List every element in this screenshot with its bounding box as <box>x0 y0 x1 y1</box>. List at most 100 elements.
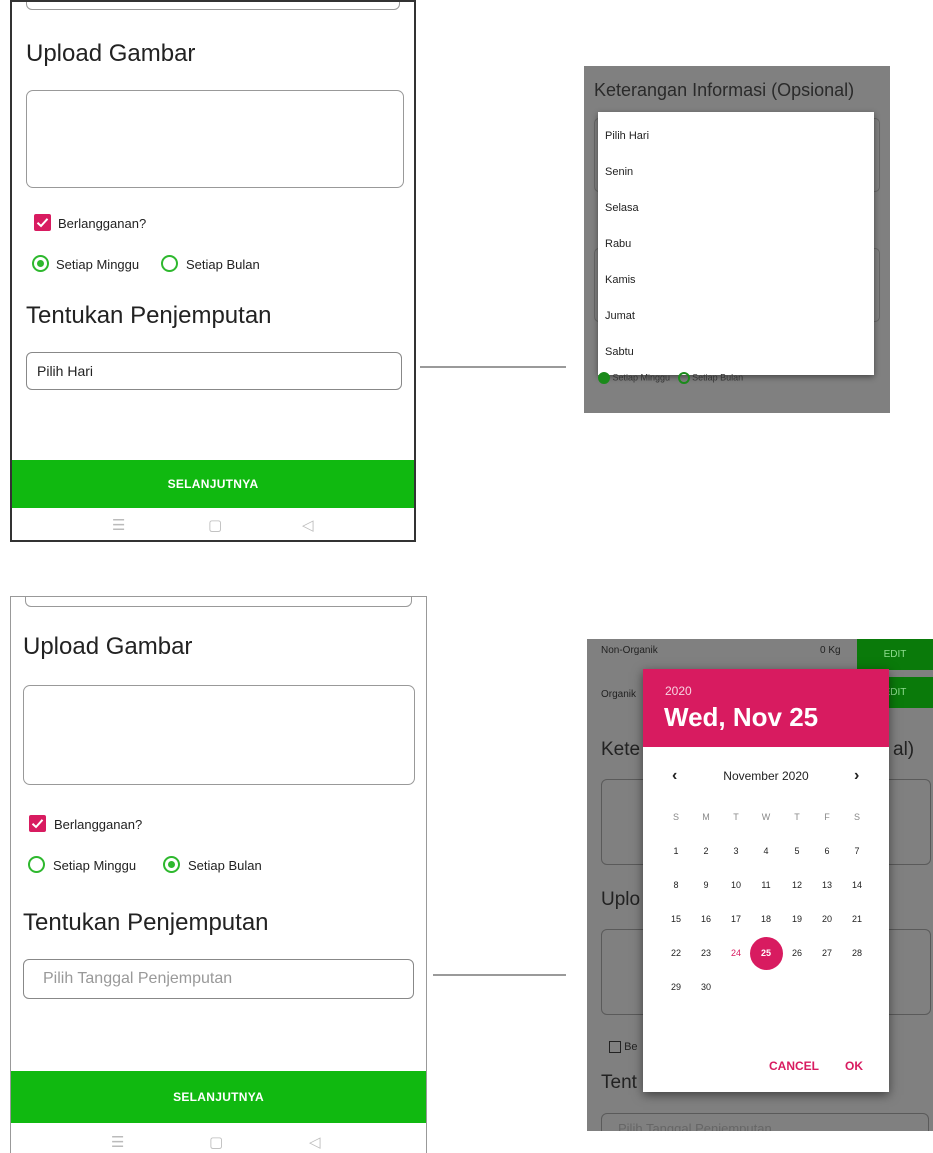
back-triangle-icon[interactable]: ◁ <box>309 1133 321 1151</box>
radio-weekly-label: Setiap Minggu <box>56 257 140 272</box>
background-radio-monthly-label: Setiap Bulan <box>692 372 744 383</box>
next-button[interactable]: SELANJUTNYA <box>11 1071 426 1123</box>
upload-image-box[interactable] <box>23 685 415 785</box>
calendar-day[interactable]: 21 <box>846 914 868 924</box>
next-button[interactable]: SELANJUTNYA <box>12 460 414 508</box>
calendar-day[interactable]: 16 <box>695 914 717 924</box>
month-label: November 2020 <box>723 769 809 783</box>
radio-monthly-label: Setiap Bulan <box>188 858 262 873</box>
calendar-day[interactable]: 12 <box>786 880 808 890</box>
calendar-day[interactable]: 26 <box>786 948 808 958</box>
menu-icon[interactable]: ☰ <box>111 1133 124 1151</box>
background-radio-weekly <box>598 372 610 384</box>
pickup-heading: Tentukan Penjemputan <box>26 302 272 329</box>
calendar-day[interactable]: 3 <box>725 846 747 856</box>
calendar-day-selected[interactable]: 25 <box>755 948 777 958</box>
checkmark-icon <box>36 218 49 228</box>
radio-weekly[interactable] <box>28 856 45 873</box>
connector-line-bottom <box>433 974 566 976</box>
background-heading-right: al) <box>893 739 915 760</box>
chevron-right-icon[interactable]: › <box>854 767 859 785</box>
radio-weekly-label: Setiap Minggu <box>53 858 137 873</box>
weekday-header: W <box>761 812 771 822</box>
weekday-header: F <box>824 812 830 822</box>
date-select-placeholder: Pilih Tanggal Penjemputan <box>43 970 233 987</box>
cancel-button[interactable]: CANCEL <box>769 1059 819 1073</box>
background-checkbox-label: Be <box>624 1041 638 1053</box>
calendar-day[interactable]: 20 <box>816 914 838 924</box>
date-picker-header: 2020 Wed, Nov 25 <box>643 669 889 747</box>
option-kamis[interactable]: Kamis <box>605 274 636 286</box>
checkmark-icon <box>31 819 44 829</box>
option-sabtu[interactable]: Sabtu <box>605 346 634 358</box>
radio-monthly[interactable] <box>161 255 178 272</box>
calendar-day[interactable]: 7 <box>846 846 868 856</box>
calendar-day[interactable]: 8 <box>665 880 687 890</box>
option-pilih-hari[interactable]: Pilih Hari <box>605 130 649 142</box>
calendar-day[interactable]: 4 <box>755 846 777 856</box>
radio-weekly[interactable] <box>32 255 49 272</box>
calendar-day[interactable]: 13 <box>816 880 838 890</box>
phone-screen-monthly: Upload Gambar Berlangganan? Setiap Mingg… <box>10 596 427 1153</box>
calendar-day[interactable]: 28 <box>846 948 868 958</box>
calendar-day[interactable]: 14 <box>846 880 868 890</box>
subscribe-label: Berlangganan? <box>58 216 147 231</box>
radio-monthly[interactable] <box>163 856 180 873</box>
home-square-icon[interactable]: ▢ <box>209 1133 223 1151</box>
background-radio-row: Setiap Minggu Setiap Bulan <box>598 372 743 384</box>
calendar-day[interactable]: 6 <box>816 846 838 856</box>
option-jumat[interactable]: Jumat <box>605 310 635 322</box>
calendar-day[interactable]: 18 <box>755 914 777 924</box>
picker-selected-date: Wed, Nov 25 <box>664 702 819 732</box>
subscribe-checkbox[interactable] <box>34 214 51 231</box>
day-select-value: Pilih Hari <box>37 363 94 379</box>
calendar-day[interactable]: 17 <box>725 914 747 924</box>
calendar-day[interactable]: 30 <box>695 982 717 992</box>
upload-heading: Upload Gambar <box>23 633 193 660</box>
background-radio-weekly-label: Setiap Minggu <box>612 372 671 383</box>
calendar-day[interactable]: 27 <box>816 948 838 958</box>
subscribe-checkbox[interactable] <box>29 815 46 832</box>
background-nonorganic-value: 0 Kg <box>820 645 841 656</box>
weekday-header: S <box>672 812 679 822</box>
weekday-header: T <box>733 812 739 822</box>
android-nav-bar: ☰ ▢ ◁ <box>12 510 414 540</box>
ok-button[interactable]: OK <box>845 1059 863 1073</box>
phone-screen-weekly: Upload Gambar Berlangganan? Setiap Mingg… <box>10 0 416 542</box>
option-selasa[interactable]: Selasa <box>605 202 639 214</box>
home-square-icon[interactable]: ▢ <box>208 516 222 534</box>
background-checkbox <box>609 1041 621 1054</box>
picker-year[interactable]: 2020 <box>665 684 692 698</box>
background-info-heading: Keterangan Informasi (Opsional) <box>594 80 855 100</box>
date-select-field[interactable]: Pilih Tanggal Penjemputan <box>23 959 414 999</box>
calendar-day[interactable]: 9 <box>695 880 717 890</box>
date-picker-preview: Non-Organik 0 Kg EDIT Organik EDIT Kete … <box>587 639 933 1131</box>
upload-image-box[interactable] <box>26 90 404 188</box>
android-nav-bar: ☰ ▢ ◁ <box>11 1127 426 1153</box>
calendar-day[interactable]: 10 <box>725 880 747 890</box>
calendar-day[interactable]: 24 <box>725 948 747 958</box>
menu-icon[interactable]: ☰ <box>112 516 125 534</box>
background-radio-monthly <box>677 372 690 384</box>
previous-field-edge <box>26 2 400 10</box>
option-rabu[interactable]: Rabu <box>605 238 631 250</box>
calendar-day[interactable]: 23 <box>695 948 717 958</box>
calendar-day[interactable]: 29 <box>665 982 687 992</box>
calendar-day[interactable]: 11 <box>755 880 777 890</box>
day-select-field[interactable]: Pilih Hari <box>26 352 402 390</box>
option-senin[interactable]: Senin <box>605 166 633 178</box>
calendar-day[interactable]: 22 <box>665 948 687 958</box>
background-heading-left: Kete <box>601 739 641 760</box>
background-date-field: Pilih Tanggal Penjemputan <box>601 1113 929 1131</box>
calendar-day[interactable]: 19 <box>786 914 808 924</box>
calendar-day[interactable]: 1 <box>665 846 687 856</box>
calendar-day[interactable]: 15 <box>665 914 687 924</box>
background-organic-label: Organik <box>601 689 637 700</box>
weekday-header: T <box>794 812 800 822</box>
back-triangle-icon[interactable]: ◁ <box>302 516 314 534</box>
connector-line-top <box>420 366 566 368</box>
calendar-day[interactable]: 2 <box>695 846 717 856</box>
calendar-day[interactable]: 5 <box>786 846 808 856</box>
day-dropdown-preview: Keterangan Informasi (Opsional) Pilih Ha… <box>584 66 890 413</box>
background-pickup-heading: Tent <box>601 1072 637 1093</box>
